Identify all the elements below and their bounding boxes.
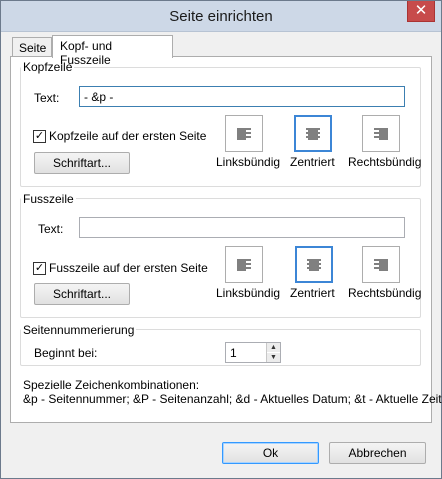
- header-text-input[interactable]: - &p -: [79, 86, 405, 107]
- align-right-icon: [374, 128, 388, 139]
- tab-seite[interactable]: Seite: [12, 37, 52, 58]
- align-left-icon: [237, 128, 251, 139]
- footer-align-center-button[interactable]: [295, 246, 333, 283]
- close-icon: ✕: [414, 2, 428, 19]
- align-center-icon: [307, 259, 321, 270]
- header-align-right-label: Rechtsbündig: [348, 155, 422, 169]
- special-codes-heading: Spezielle Zeichenkombinationen:: [23, 378, 200, 392]
- spin-down-icon[interactable]: ▼: [267, 353, 280, 362]
- footer-text-label: Text:: [38, 222, 64, 236]
- numbering-group-title: Seitennummerierung: [21, 323, 137, 337]
- window-title: Seite einrichten: [169, 8, 273, 25]
- spin-arrows: ▲ ▼: [266, 343, 280, 362]
- footer-first-page-checkbox[interactable]: ✓: [33, 262, 46, 275]
- footer-align-left-label: Linksbündig: [216, 286, 281, 300]
- start-number-spinbox[interactable]: 1 ▲ ▼: [225, 342, 281, 363]
- start-number-value[interactable]: 1: [230, 346, 237, 360]
- footer-align-center-label: Zentriert: [290, 286, 335, 300]
- footer-group-title: Fusszeile: [21, 192, 76, 206]
- header-align-left-label: Linksbündig: [216, 155, 281, 169]
- close-button[interactable]: ✕: [407, 1, 435, 22]
- numbering-start-label: Beginnt bei:: [34, 346, 98, 360]
- footer-text-input[interactable]: [79, 217, 405, 238]
- header-align-center-button[interactable]: [294, 115, 332, 152]
- check-icon: ✓: [34, 262, 45, 274]
- special-codes-list: &p - Seitennummer; &P - Seitenanzahl; &d…: [23, 392, 442, 406]
- header-font-button[interactable]: Schriftart...: [34, 152, 130, 174]
- cancel-button[interactable]: Abbrechen: [329, 442, 426, 464]
- tab-label: Kopf- und Fusszeile: [60, 39, 113, 67]
- align-center-icon: [306, 128, 320, 139]
- tab-kopf-und-fusszeile[interactable]: Kopf- und Fusszeile: [52, 35, 173, 67]
- header-first-page-label[interactable]: Kopfzeile auf der ersten Seite: [49, 129, 206, 143]
- header-first-page-checkbox[interactable]: ✓: [33, 130, 46, 143]
- footer-align-right-button[interactable]: [362, 246, 400, 283]
- align-left-icon: [237, 259, 251, 270]
- check-icon: ✓: [34, 130, 45, 142]
- ok-button[interactable]: Ok: [222, 442, 319, 464]
- header-text-label: Text:: [34, 91, 60, 105]
- header-align-right-button[interactable]: [362, 115, 400, 152]
- tab-label: Seite: [19, 41, 47, 55]
- footer-align-right-label: Rechtsbündig: [348, 286, 422, 300]
- title-bar[interactable]: Seite einrichten ✕: [1, 1, 441, 32]
- tab-panel: Kopfzeile Text: - &p - ✓ Kopfzeile auf d…: [10, 56, 442, 423]
- footer-align-left-button[interactable]: [225, 246, 263, 283]
- footer-font-button[interactable]: Schriftart...: [34, 283, 130, 305]
- header-align-center-label: Zentriert: [290, 155, 335, 169]
- header-align-left-button[interactable]: [225, 115, 263, 152]
- footer-first-page-label[interactable]: Fusszeile auf der ersten Seite: [49, 261, 208, 275]
- page-setup-dialog: Seite einrichten ✕ Seite Kopf- und Fussz…: [0, 0, 442, 479]
- spin-up-icon[interactable]: ▲: [267, 343, 280, 352]
- align-right-icon: [374, 259, 388, 270]
